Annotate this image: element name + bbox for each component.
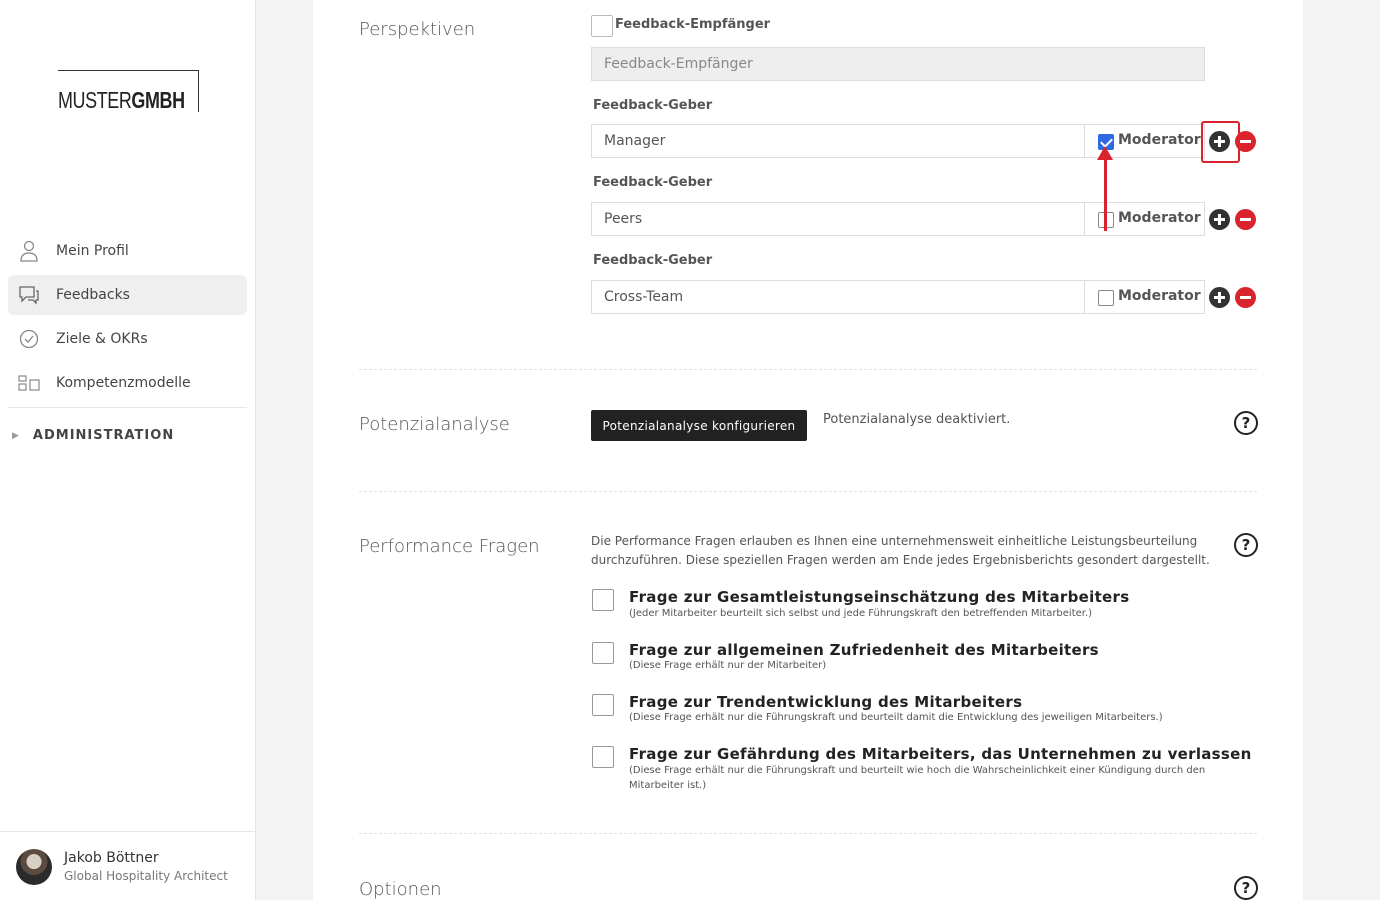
potenzialanalyse-status: Potenzialanalyse deaktiviert. (823, 412, 1011, 427)
section-title-perspektiven: Perspektiven (359, 19, 476, 40)
logo-text-part1: MUSTER (58, 87, 132, 113)
logo-text-part2: GMBH (131, 87, 185, 113)
geber-label: Feedback-Geber (593, 98, 713, 113)
moderator-label: Moderator (1118, 210, 1201, 226)
user-role: Global Hospitality Architect (64, 869, 228, 883)
help-icon[interactable]: ? (1234, 533, 1258, 557)
user-icon (18, 240, 40, 262)
geber-label: Feedback-Geber (593, 175, 713, 190)
user-profile[interactable]: Jakob Böttner Global Hospitality Archite… (0, 831, 255, 900)
user-name: Jakob Böttner (64, 850, 159, 866)
remove-geber-button[interactable] (1235, 209, 1256, 230)
sidebar-item-label: Ziele & OKRs (56, 331, 148, 347)
question-checkbox[interactable] (592, 642, 614, 664)
sidebar-item-mein-profil[interactable]: Mein Profil (8, 231, 247, 271)
question-checkbox[interactable] (592, 589, 614, 611)
performance-description: Die Performance Fragen erlauben es Ihnen… (591, 534, 1210, 567)
sidebar-item-administration[interactable]: ▶ ADMINISTRATION (12, 428, 174, 443)
sidebar-item-label: Mein Profil (56, 243, 129, 259)
nav-divider (8, 407, 247, 408)
sidebar-item-kompetenzmodelle[interactable]: Kompetenzmodelle (8, 363, 247, 403)
annotation-highlight-box (1201, 121, 1240, 163)
moderator-label: Moderator (1118, 288, 1201, 304)
annotation-arrow-line (1104, 157, 1107, 231)
section-title-optionen: Optionen (359, 879, 442, 900)
empfaenger-checkbox[interactable] (591, 15, 613, 37)
avatar (16, 849, 52, 885)
caret-right-icon: ▶ (12, 430, 19, 441)
question-title: Frage zur Gesamtleistungseinschätzung de… (629, 588, 1130, 606)
remove-geber-button[interactable] (1235, 287, 1256, 308)
geber-input-manager[interactable]: Manager (591, 124, 1085, 158)
section-divider (359, 369, 1257, 370)
question-subtitle: (Diese Frage erhält nur die Führungskraf… (629, 712, 1163, 723)
geber-input-cross-team[interactable]: Cross-Team (591, 280, 1085, 314)
section-divider (359, 833, 1257, 834)
potenzialanalyse-configure-button[interactable]: Potenzialanalyse konfigurieren (591, 410, 807, 441)
empfaenger-input[interactable]: Feedback-Empfänger (591, 47, 1205, 81)
sidebar-item-label: Kompetenzmodelle (56, 375, 191, 391)
blocks-icon (18, 372, 40, 394)
moderator-addon: Moderator (1084, 202, 1205, 236)
moderator-label: Moderator (1118, 132, 1201, 148)
question-subtitle: (Jeder Mitarbeiter beurteilt sich selbst… (629, 608, 1093, 619)
empfaenger-label: Feedback-Empfänger (615, 17, 771, 32)
question-checkbox[interactable] (592, 694, 614, 716)
help-icon[interactable]: ? (1234, 876, 1258, 900)
section-title-potenzialanalyse: Potenzialanalyse (359, 414, 510, 435)
admin-label: ADMINISTRATION (32, 428, 175, 443)
settings-card: Perspektiven Feedback-Empfänger Feedback… (313, 0, 1303, 900)
help-icon[interactable]: ? (1234, 411, 1258, 435)
moderator-addon: Moderator (1084, 280, 1205, 314)
sidebar-item-ziele-okrs[interactable]: Ziele & OKRs (8, 319, 247, 359)
sidebar-nav: Mein Profil Feedbacks Ziele & OKRs Kompe… (8, 231, 247, 407)
sidebar-item-label: Feedbacks (56, 287, 130, 303)
section-divider (359, 491, 1257, 492)
question-checkbox[interactable] (592, 746, 614, 768)
geber-input-peers[interactable]: Peers (591, 202, 1085, 236)
question-subtitle: (Diese Frage erhält nur der Mitarbeiter) (629, 660, 827, 671)
add-geber-button[interactable] (1209, 287, 1230, 308)
chat-icon (18, 284, 40, 306)
question-subtitle: (Diese Frage erhält nur die Führungskraf… (629, 765, 1206, 791)
moderator-checkbox[interactable] (1098, 290, 1114, 306)
sidebar-item-feedbacks[interactable]: Feedbacks (8, 275, 247, 315)
geber-label: Feedback-Geber (593, 253, 713, 268)
annotation-arrow-head (1097, 146, 1113, 160)
question-title: Frage zur allgemeinen Zufriedenheit des … (629, 641, 1099, 659)
add-geber-button[interactable] (1209, 209, 1230, 230)
sidebar: MUSTERGMBH Mein Profil Feedbacks Ziele &… (0, 0, 256, 900)
question-title: Frage zur Trendentwicklung des Mitarbeit… (629, 693, 1023, 711)
question-title: Frage zur Gefährdung des Mitarbeiters, d… (629, 745, 1252, 763)
check-circle-icon (18, 328, 40, 350)
company-logo[interactable]: MUSTERGMBH (58, 70, 199, 113)
section-title-performance: Performance Fragen (359, 536, 540, 557)
